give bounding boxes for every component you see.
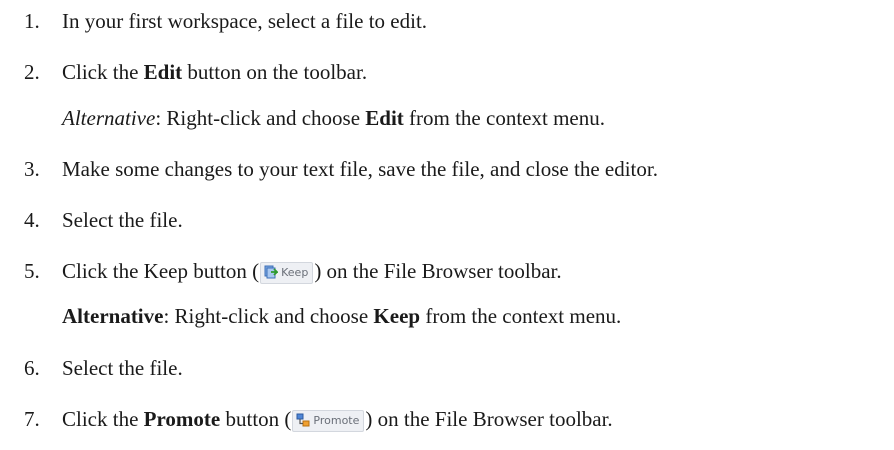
promote-icon [296, 413, 310, 427]
keep-icon [264, 265, 280, 279]
alternative-label: Alternative [62, 304, 164, 328]
step-text-part: Click the Keep button ( [62, 259, 260, 283]
keep-term: Keep [373, 304, 421, 328]
step-text-part: ) on the File Browser toolbar. [365, 407, 613, 431]
step-number: 2. [24, 60, 40, 84]
step-text: Click the Edit button on the toolbar. [62, 57, 367, 87]
step-text-part: button ( [220, 407, 292, 431]
step-number: 1. [24, 9, 40, 33]
step-number: 7. [24, 407, 40, 431]
step-text: Make some changes to your text file, sav… [62, 157, 658, 181]
alternative-text-part: from the context menu. [403, 106, 605, 130]
step-text: Click the Promote button (Promote) on th… [62, 404, 613, 434]
step-text: In your first workspace, select a file t… [62, 9, 428, 33]
step-text: Click the Keep button ( Keep ) on the File… [62, 256, 562, 286]
keep-button-label: Keep [281, 266, 309, 279]
alternative-text: Alternative: Right-click and choose Edit… [62, 103, 605, 133]
step-text: Select the file. [62, 208, 183, 232]
step-text-part: Click the [62, 407, 144, 431]
step-text-part: Click the [62, 60, 144, 84]
step-text: Select the file. [62, 356, 183, 380]
keep-button-image: Keep [260, 262, 314, 284]
alternative-text-part: : Right-click and choose [155, 106, 366, 130]
alternative-text-part: from the context menu. [420, 304, 622, 328]
step-number: 3. [24, 157, 40, 181]
alternative-text-part: : Right-click and choose [163, 304, 374, 328]
alternative-text: Alternative: Right-click and choose Keep… [62, 301, 621, 331]
step-text-part: ) on the File Browser toolbar. [314, 259, 562, 283]
step-number: 4. [24, 208, 40, 232]
alternative-label: Alternative [62, 106, 156, 130]
step-number: 5. [24, 259, 40, 283]
promote-button-image: Promote [292, 410, 365, 432]
promote-button-label: Promote [313, 414, 360, 427]
edit-term: Edit [143, 60, 183, 84]
edit-term: Edit [365, 106, 404, 130]
step-number: 6. [24, 356, 40, 380]
step-text-part: button on the toolbar. [182, 60, 368, 84]
promote-term: Promote [143, 407, 221, 431]
